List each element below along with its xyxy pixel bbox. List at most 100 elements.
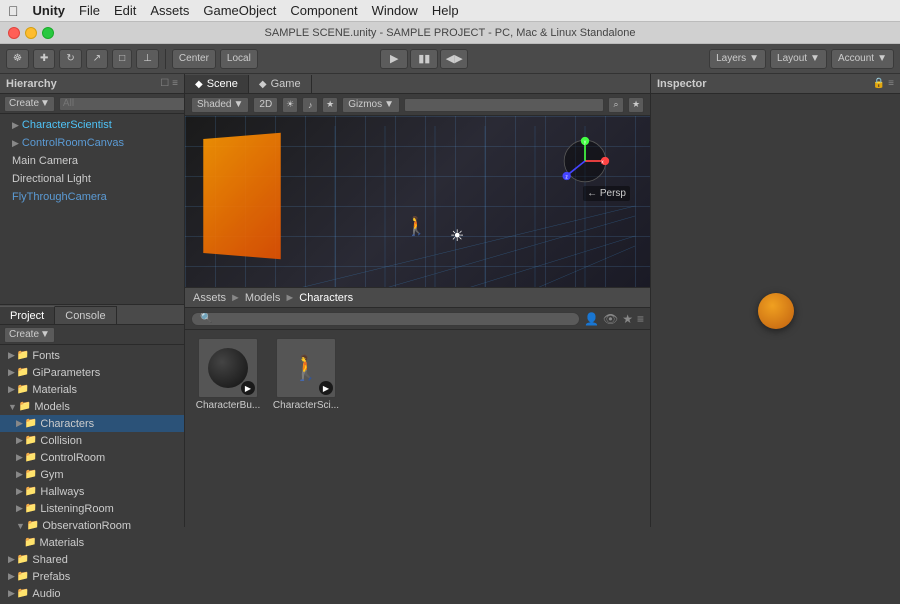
folder-icon: 📁 xyxy=(17,367,29,378)
hierarchy-item-flythroughcamera[interactable]: FlyThroughCamera xyxy=(0,188,184,206)
persp-label[interactable]: ← Persp xyxy=(583,186,630,201)
tab-console[interactable]: Console xyxy=(55,306,116,324)
arrow-icon: ▶ xyxy=(8,384,15,395)
minimize-button[interactable] xyxy=(25,27,37,39)
folder-icon: 📁 xyxy=(25,486,37,497)
scene-star-icon[interactable]: ★ xyxy=(628,97,644,113)
inspector-lock-icon[interactable]: 🔒 xyxy=(873,78,885,89)
play-overlay-icon: ▶ xyxy=(319,381,333,395)
maximize-button[interactable] xyxy=(42,27,54,39)
asset-characterbu[interactable]: ▶ CharacterBu... xyxy=(193,338,263,412)
assets-person-icon[interactable]: 👤 xyxy=(584,312,599,326)
breadcrumb-characters[interactable]: Characters xyxy=(299,292,353,304)
inspector-menu-icon[interactable]: ≡ xyxy=(888,78,894,89)
breadcrumb-assets[interactable]: Assets xyxy=(193,292,226,304)
project-item-materials[interactable]: ▶ 📁 Materials xyxy=(0,381,184,398)
character-figure: 🚶 xyxy=(405,216,427,237)
axis-gizmo: x y z xyxy=(560,136,610,186)
asset-thumb-characterbu: ▶ xyxy=(198,338,258,398)
shaded-dropdown[interactable]: Shaded ▼ xyxy=(191,97,249,113)
hierarchy-lock-icon[interactable]: ☐ xyxy=(160,78,169,89)
arrow-icon: ▶ xyxy=(16,486,23,497)
pause-button[interactable]: ▮▮ xyxy=(410,49,438,69)
gizmos-dropdown[interactable]: Gizmos ▼ xyxy=(342,97,400,113)
hierarchy-title: Hierarchy xyxy=(6,78,57,90)
hand-tool[interactable]: ☸ xyxy=(6,49,29,69)
project-item-materials-obs[interactable]: 📁 Materials xyxy=(0,534,184,551)
hierarchy-item-directionallight[interactable]: Directional Light xyxy=(0,170,184,188)
audio-toggle[interactable]: ♪ xyxy=(302,97,318,113)
tab-scene[interactable]: ◆ Scene xyxy=(185,75,249,93)
menu-gameobject[interactable]: GameObject xyxy=(203,3,276,18)
assets-search-bar: 👤 👁 ★ ≡ xyxy=(185,308,650,330)
project-item-gym[interactable]: ▶ 📁 Gym xyxy=(0,466,184,483)
scene-background: 🚶 ☀ ← Persp x y xyxy=(185,116,650,287)
rect-tool[interactable]: □ xyxy=(112,49,132,69)
lighting-toggle[interactable]: ☀ xyxy=(282,97,298,113)
apple-menu[interactable]:  xyxy=(8,3,19,19)
play-button[interactable]: ▶ xyxy=(380,49,408,69)
inspector-sphere-preview xyxy=(758,293,794,329)
item-label: Hallways xyxy=(40,486,84,498)
project-item-listeningroom[interactable]: ▶ 📁 ListeningRoom xyxy=(0,500,184,517)
assets-list-icon[interactable]: ≡ xyxy=(637,312,644,326)
project-item-shared[interactable]: ▶ 📁 Shared xyxy=(0,551,184,568)
step-button[interactable]: ◀▶ xyxy=(440,49,468,69)
scene-viewport[interactable]: 🚶 ☀ ← Persp x y xyxy=(185,116,650,287)
project-item-fonts[interactable]: ▶ 📁 Fonts xyxy=(0,347,184,364)
project-item-models[interactable]: ▼ 📁 Models xyxy=(0,398,184,415)
effects-toggle[interactable]: ★ xyxy=(322,97,338,113)
assets-star-icon[interactable]: ★ xyxy=(622,312,633,326)
rotate-tool[interactable]: ↻ xyxy=(59,49,81,69)
project-item-prefabs[interactable]: ▶ 📁 Prefabs xyxy=(0,568,184,585)
center-button[interactable]: Center xyxy=(172,49,216,69)
2d-button[interactable]: 2D xyxy=(253,97,278,113)
hierarchy-search[interactable] xyxy=(59,97,184,111)
scene-search[interactable] xyxy=(404,98,604,112)
layers-dropdown[interactable]: Layers ▼ xyxy=(709,49,766,69)
project-item-controlroom[interactable]: ▶ 📁 ControlRoom xyxy=(0,449,184,466)
menu-component[interactable]: Component xyxy=(290,3,357,18)
item-label: Models xyxy=(34,401,69,413)
local-button[interactable]: Local xyxy=(220,49,258,69)
scene-search-icon[interactable]: ⌕ xyxy=(608,97,624,113)
hierarchy-toolbar: Create ▼ xyxy=(0,94,184,114)
hierarchy-item-controlroomcanvas[interactable]: ▶ ControlRoomCanvas xyxy=(0,134,184,152)
asset-charsci[interactable]: 🚶 ▶ CharacterSci... xyxy=(271,338,341,412)
assets-eye-icon[interactable]: 👁 xyxy=(603,312,618,326)
menu-unity[interactable]: Unity xyxy=(33,3,66,18)
scale-tool[interactable]: ↗ xyxy=(86,49,108,69)
hierarchy-item-characterscientist[interactable]: ▶ CharacterScientist xyxy=(0,116,184,134)
menu-assets[interactable]: Assets xyxy=(150,3,189,18)
menu-window[interactable]: Window xyxy=(372,3,418,18)
account-dropdown[interactable]: Account ▼ xyxy=(831,49,894,69)
assets-search-input[interactable] xyxy=(191,312,580,326)
item-label: ObservationRoom xyxy=(42,520,131,532)
layout-dropdown[interactable]: Layout ▼ xyxy=(770,49,827,69)
arrow-icon: ▶ xyxy=(8,588,15,599)
transform-tool[interactable]: ⊥ xyxy=(136,49,159,69)
project-create-button[interactable]: Create ▼ xyxy=(4,327,55,343)
move-tool[interactable]: ✚ xyxy=(33,49,55,69)
item-label: Materials xyxy=(32,384,77,396)
project-item-hallways[interactable]: ▶ 📁 Hallways xyxy=(0,483,184,500)
hierarchy-menu-icon[interactable]: ≡ xyxy=(172,78,178,89)
menu-file[interactable]: File xyxy=(79,3,100,18)
inspector-panel: Inspector 🔒 ≡ xyxy=(650,74,900,527)
project-item-collision[interactable]: ▶ 📁 Collision xyxy=(0,432,184,449)
tab-game[interactable]: ◆ Game xyxy=(249,75,312,93)
assets-panel: Assets ► Models ► Characters 👤 👁 ★ ≡ xyxy=(185,288,650,527)
breadcrumb-models[interactable]: Models xyxy=(245,292,280,304)
folder-icon: 📁 xyxy=(19,401,31,412)
project-item-observationroom[interactable]: ▼ 📁 ObservationRoom xyxy=(0,517,184,534)
tab-project[interactable]: Project xyxy=(0,306,55,324)
menu-edit[interactable]: Edit xyxy=(114,3,136,18)
hierarchy-create-button[interactable]: Create ▼ xyxy=(4,96,55,112)
close-button[interactable] xyxy=(8,27,20,39)
project-item-characters[interactable]: ▶ 📁 Characters xyxy=(0,415,184,432)
hierarchy-item-maincamera[interactable]: Main Camera xyxy=(0,152,184,170)
folder-icon: 📁 xyxy=(25,435,37,446)
project-item-giparameters[interactable]: ▶ 📁 GiParameters xyxy=(0,364,184,381)
project-item-audio[interactable]: ▶ 📁 Audio xyxy=(0,585,184,602)
menu-help[interactable]: Help xyxy=(432,3,459,18)
